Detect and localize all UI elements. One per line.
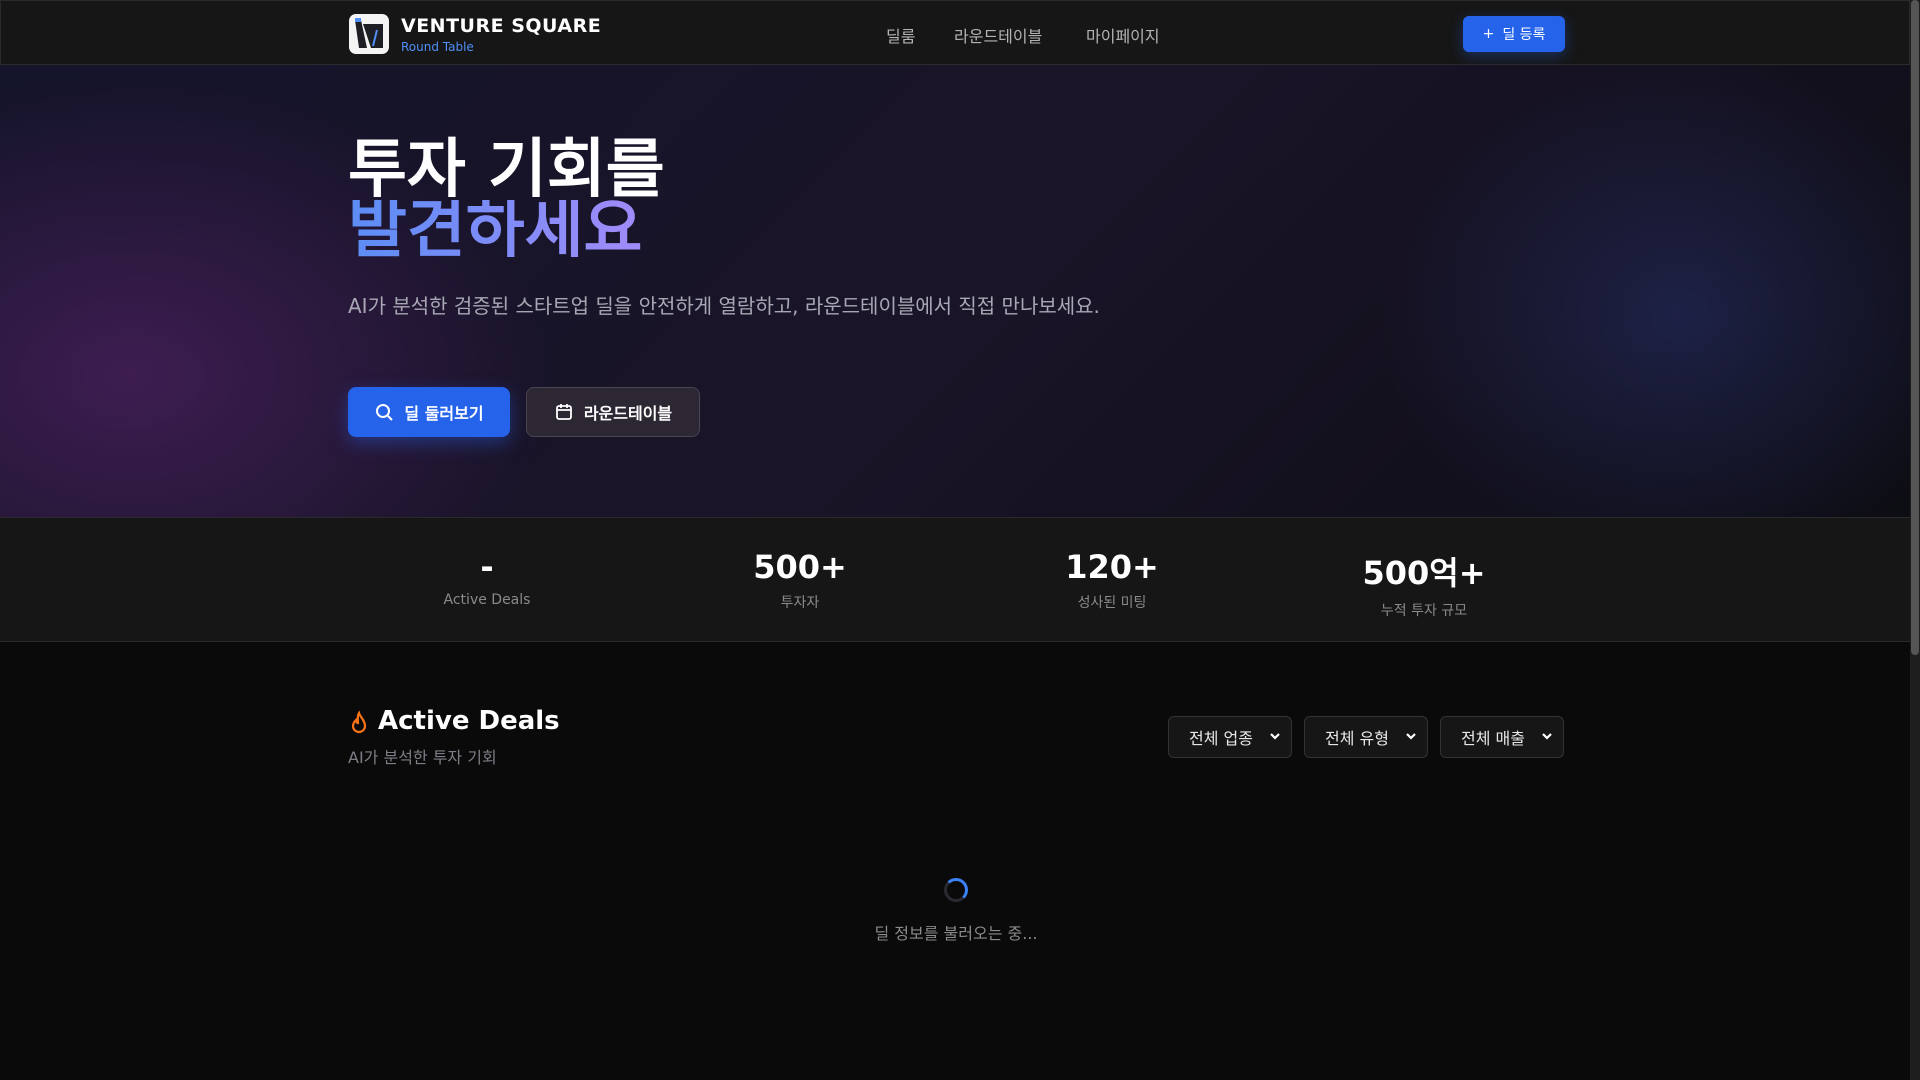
register-deal-label: 딜 등록: [1502, 27, 1546, 43]
industry-filter-value: 전체 업종: [1189, 729, 1253, 748]
stat-label: 누적 투자 규모: [1380, 603, 1468, 619]
chevron-down-icon: [1270, 733, 1280, 740]
stat-investment-volume: 500억+ 누적 투자 규모: [1294, 548, 1554, 620]
browse-deals-label: 딜 둘러보기: [404, 404, 484, 423]
fire-icon: [351, 710, 367, 734]
plus-icon: +: [1482, 26, 1495, 42]
brand-subtitle: Round Table: [401, 40, 474, 54]
chevron-down-icon: [1406, 733, 1416, 740]
nav-link-dealroom[interactable]: 딜룸: [886, 23, 915, 47]
stat-meetings: 120+ 성사된 미팅: [982, 548, 1242, 612]
industry-filter-select[interactable]: 전체 업종: [1168, 716, 1292, 758]
scrollbar[interactable]: [1910, 0, 1920, 1080]
stat-value: 500+: [753, 548, 847, 586]
stat-active-deals: - Active Deals: [357, 548, 617, 608]
chevron-down-icon: [1542, 733, 1552, 740]
revenue-filter-select[interactable]: 전체 매출: [1440, 716, 1564, 758]
stats-bar: - Active Deals 500+ 투자자 120+ 성사된 미팅 500억+ 누적…: [0, 517, 1910, 642]
type-filter-value: 전체 유형: [1325, 729, 1389, 748]
hero-title-line1: 투자 기회를: [348, 133, 665, 207]
logo-icon[interactable]: [349, 14, 389, 54]
loading-text: 딜 정보를 불러오는 중...: [874, 924, 1038, 943]
loading-spinner-icon: [944, 878, 968, 902]
search-icon: [376, 404, 394, 421]
section-title: Active Deals: [378, 706, 560, 736]
hero-title: 투자 기회를 발견하세요: [348, 133, 665, 262]
roundtable-button[interactable]: 라운드테이블: [526, 387, 700, 437]
nav-link-mypage[interactable]: 마이페이지: [1086, 23, 1160, 47]
stat-label: 성사된 미팅: [1077, 595, 1147, 611]
stat-label: 투자자: [780, 595, 820, 611]
stat-value: -: [480, 548, 494, 586]
roundtable-label: 라운드테이블: [583, 404, 673, 423]
top-navbar: VENTURE SQUARE Round Table 딜룸 라운드테이블 마이페…: [0, 0, 1910, 65]
nav-link-roundtable[interactable]: 라운드테이블: [954, 23, 1042, 47]
hero-title-line2: 발견하세요: [348, 198, 665, 262]
scrollbar-thumb[interactable]: [1911, 0, 1919, 655]
hero-description: AI가 분석한 검증된 스타트업 딜을 안전하게 열람하고, 라운드테이블에서 …: [348, 294, 1100, 318]
section-subtitle: AI가 분석한 투자 기회: [348, 748, 497, 767]
stat-value: 500억+: [1362, 554, 1486, 592]
stat-investors: 500+ 투자자: [670, 548, 930, 612]
register-deal-button[interactable]: + 딜 등록: [1463, 16, 1565, 52]
stat-value: 120+: [1065, 548, 1159, 586]
browse-deals-button[interactable]: 딜 둘러보기: [348, 387, 510, 437]
brand-name[interactable]: VENTURE SQUARE: [401, 15, 601, 37]
revenue-filter-value: 전체 매출: [1461, 729, 1525, 748]
calendar-icon: [555, 404, 572, 420]
type-filter-select[interactable]: 전체 유형: [1304, 716, 1428, 758]
stat-label: Active Deals: [443, 592, 531, 608]
